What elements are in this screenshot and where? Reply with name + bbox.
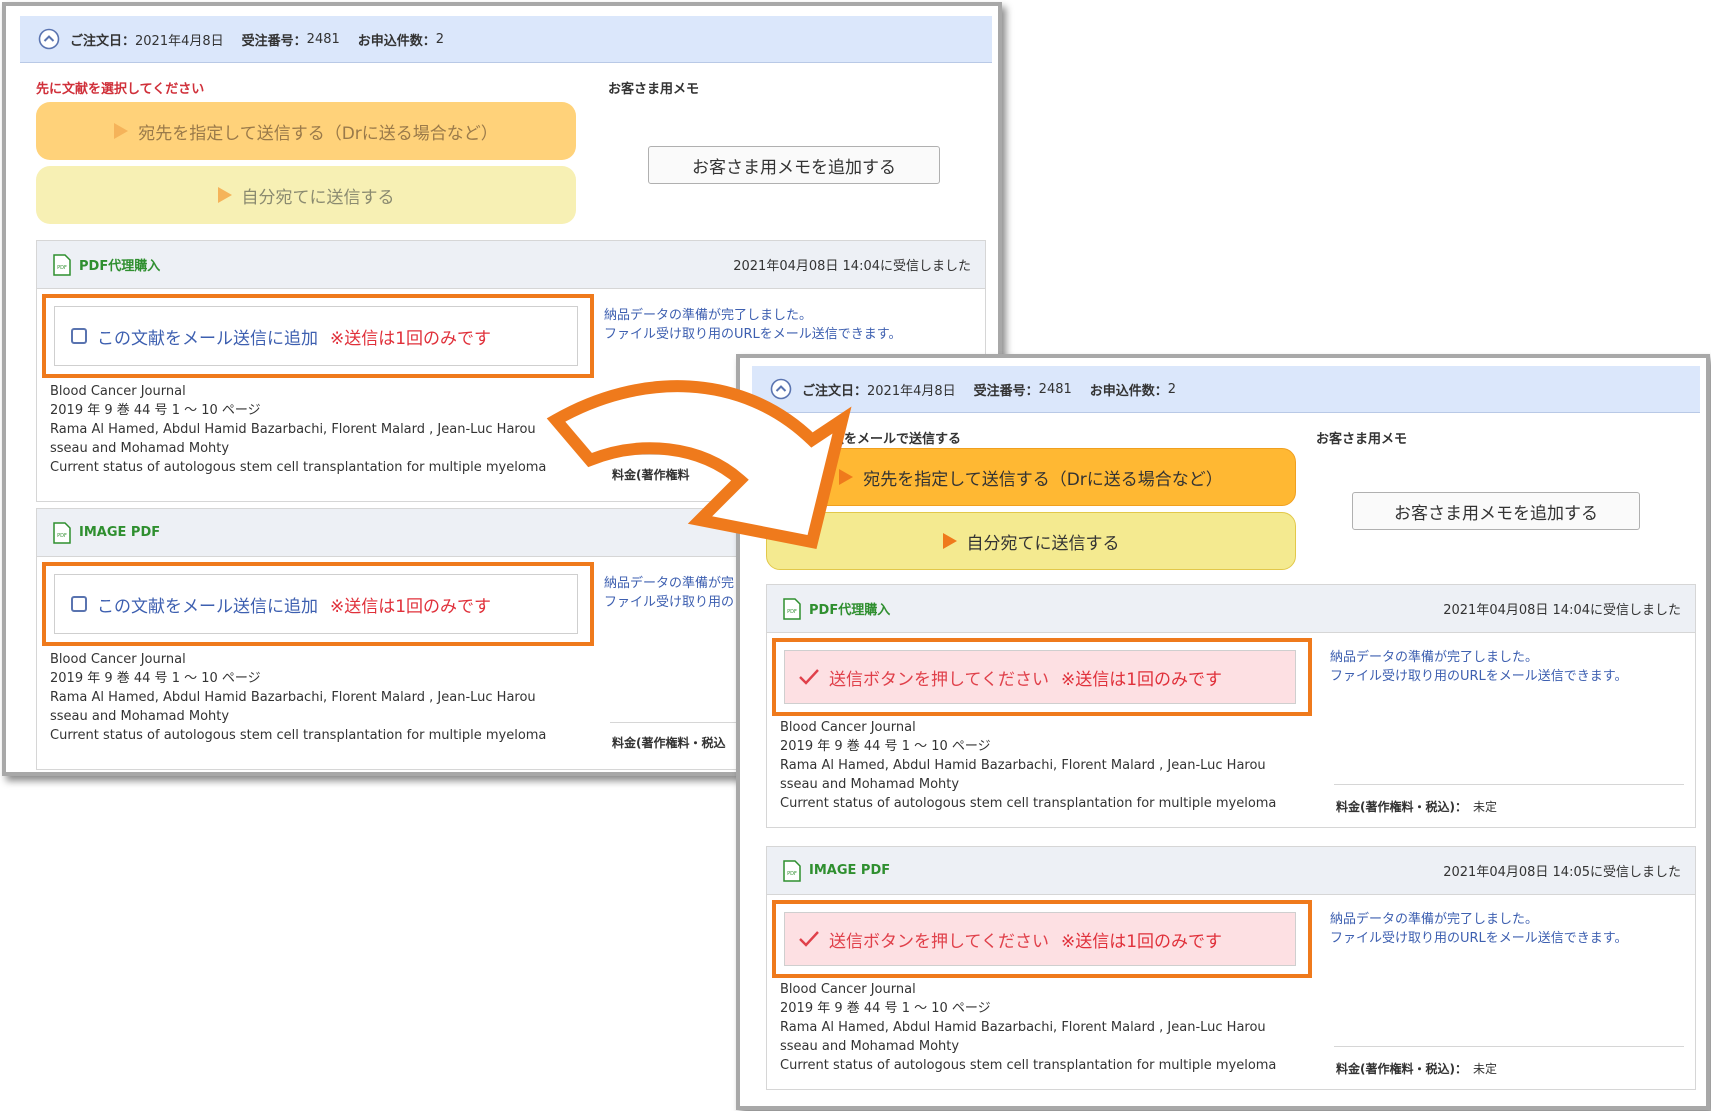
transition-arrow-icon	[546, 380, 852, 549]
